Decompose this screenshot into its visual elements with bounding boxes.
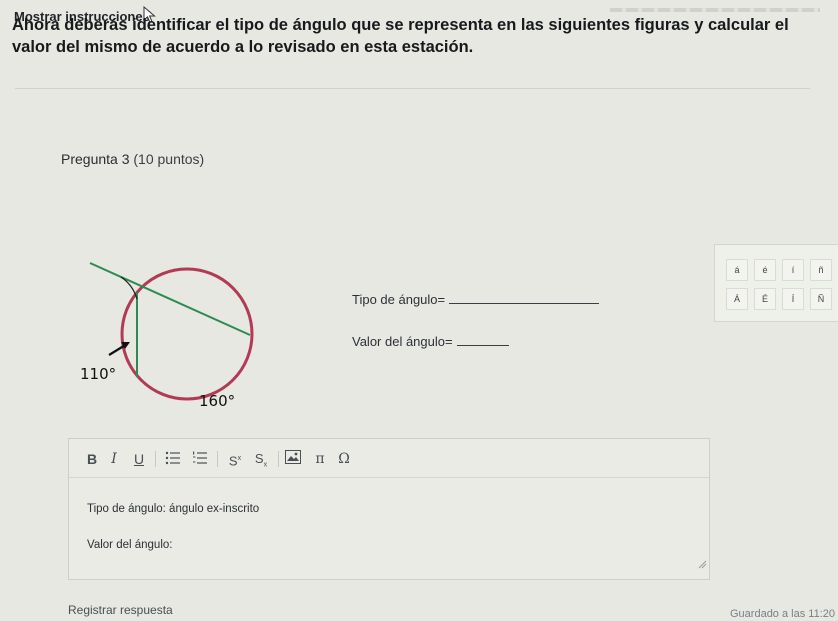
char-button[interactable]: é	[754, 259, 776, 281]
question-points: (10 puntos)	[133, 151, 205, 167]
divider	[15, 88, 810, 89]
angle-type-prompt: Tipo de ángulo=	[352, 292, 600, 307]
numbered-list-icon	[193, 451, 207, 464]
subscript-button[interactable]: Sx	[251, 450, 271, 469]
subscript-label: S	[254, 451, 264, 466]
bullet-list-icon	[165, 451, 180, 465]
secant-line	[89, 262, 251, 336]
bullet-list-button[interactable]	[165, 450, 181, 468]
italic-button[interactable]: I	[108, 450, 120, 468]
char-button[interactable]: Í	[782, 288, 804, 310]
angle-type-label: Tipo de ángulo=	[352, 292, 446, 307]
circle-angle-figure: 110° 160°	[80, 262, 254, 410]
underline-button[interactable]: U	[132, 450, 146, 468]
superscript-button[interactable]: Sx	[225, 450, 245, 468]
circle-outline	[120, 267, 254, 401]
special-characters-panel: á é í ñ Á É Í Ñ	[714, 244, 838, 322]
angle-value-prompt: Valor del ángulo=	[352, 334, 509, 349]
arc-label: 160°	[199, 392, 235, 410]
superscript-label: S	[228, 453, 238, 469]
angle-value-blank	[456, 345, 509, 346]
toolbar-separator	[278, 451, 279, 467]
subscript-mark: x	[263, 461, 268, 469]
question-number: Pregunta 3	[61, 151, 130, 167]
top-decorative-rule	[610, 8, 820, 12]
char-button[interactable]: ñ	[810, 259, 832, 281]
submit-answer-button[interactable]: Registrar respuesta	[68, 603, 173, 617]
image-icon	[285, 450, 301, 464]
toolbar-separator	[155, 451, 156, 467]
answer-line-type: Tipo de ángulo: ángulo ex-inscrito	[87, 503, 260, 515]
char-button[interactable]: í	[782, 259, 804, 281]
toolbar-separator	[217, 451, 218, 467]
insert-pi-button[interactable]: π	[313, 450, 327, 468]
resize-grip-icon[interactable]	[697, 559, 707, 569]
answer-editor[interactable]: B I U Sx Sx π Ω Tipo de ángulo: ángulo e…	[68, 438, 710, 580]
char-button[interactable]: Ñ	[810, 288, 832, 310]
bold-button[interactable]: B	[85, 450, 99, 468]
instructions-text: Ahora deberás identificar el tipo de áng…	[12, 16, 789, 56]
question-title: Pregunta 3 (10 puntos)	[61, 151, 204, 167]
insert-omega-button[interactable]: Ω	[337, 450, 351, 468]
superscript-mark: x	[237, 455, 242, 462]
char-button[interactable]: Á	[726, 288, 748, 310]
char-button[interactable]: á	[726, 259, 748, 281]
editor-toolbar: B I U Sx Sx π Ω	[69, 439, 709, 478]
numbered-list-button[interactable]	[192, 450, 208, 468]
angle-type-blank	[449, 303, 600, 304]
char-button[interactable]: É	[754, 288, 776, 310]
saved-status: Guardado a las 11:20	[730, 608, 835, 620]
angle-label: 110°	[80, 365, 116, 383]
answer-line-value: Valor del ángulo:	[87, 539, 173, 551]
angle-value-label: Valor del ángulo=	[352, 334, 453, 349]
insert-image-button[interactable]	[285, 450, 301, 468]
